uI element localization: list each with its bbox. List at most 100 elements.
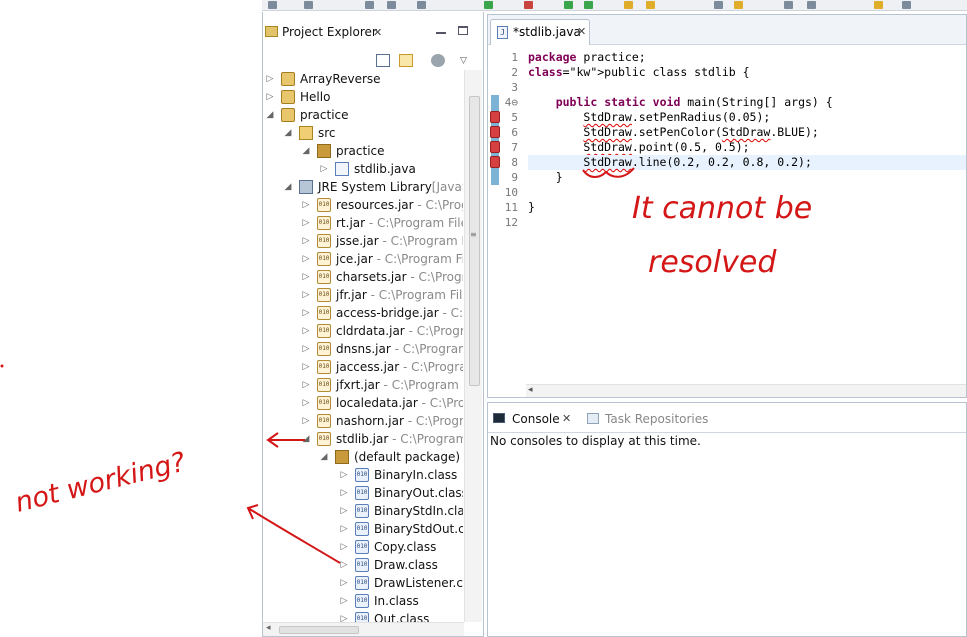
collapsed-twisty-icon[interactable]: ▷ (301, 250, 311, 268)
error-marker-icon[interactable] (490, 156, 500, 168)
search-icon[interactable] (417, 1, 426, 9)
perspective-icon[interactable] (902, 1, 911, 9)
expanded-twisty-icon[interactable]: ◢ (283, 124, 293, 142)
print-icon[interactable] (387, 1, 396, 9)
tree-item[interactable]: ▷ 010 jaccess.jar - C:\Progran (263, 358, 463, 376)
tree-item[interactable]: ▷ 010 jfxrt.jar - C:\Program Fi (263, 376, 463, 394)
collapsed-twisty-icon[interactable]: ▷ (339, 502, 349, 520)
error-marker-icon[interactable] (490, 111, 500, 123)
tree-item[interactable]: ◢ 010 stdlib.jar - C:\Program (263, 430, 463, 448)
forward-icon[interactable] (807, 1, 816, 9)
tree-item[interactable]: ▷ 010 rt.jar - C:\Program Files (263, 214, 463, 232)
tree-item[interactable]: ▷ 010 cldrdata.jar - C:\Progra (263, 322, 463, 340)
toggle-mark-icon[interactable] (734, 1, 743, 9)
expanded-twisty-icon[interactable]: ◢ (301, 430, 311, 448)
collapsed-twisty-icon[interactable]: ▷ (301, 232, 311, 250)
tree-item[interactable]: ▷ 010 jsse.jar - C:\Program Fil (263, 232, 463, 250)
code-area[interactable]: package practice; class="kw">public class… (528, 46, 966, 386)
minimize-icon[interactable] (436, 32, 446, 34)
tree-item[interactable]: ▷ 010 BinaryOut.class (263, 484, 463, 502)
editor-horizontal-scrollbar[interactable]: ◂ (526, 384, 966, 397)
tree-item[interactable]: ◢ src (263, 124, 463, 142)
tree-item[interactable]: ▷ 010 access-bridge.jar - C:\P (263, 304, 463, 322)
tree-item[interactable]: ▷ 010 In.class (263, 592, 463, 610)
collapsed-twisty-icon[interactable]: ▷ (339, 592, 349, 610)
tree-item[interactable]: ▷ 010 localedata.jar - C:\Prog (263, 394, 463, 412)
debug-icon[interactable] (524, 1, 533, 9)
close-icon[interactable]: ✕ (373, 26, 382, 39)
expanded-twisty-icon[interactable]: ◢ (301, 142, 311, 160)
new-package-icon[interactable] (646, 1, 655, 9)
new-icon[interactable] (268, 1, 277, 9)
scroll-left-icon[interactable]: ◂ (266, 623, 271, 633)
tree-item[interactable]: ◢ (default package) (263, 448, 463, 466)
tree-item[interactable]: ▷ ArrayReverse (263, 70, 463, 88)
collapsed-twisty-icon[interactable]: ▷ (301, 214, 311, 232)
collapsed-twisty-icon[interactable]: ▷ (339, 484, 349, 502)
tree-item[interactable]: ▷ Hello (263, 88, 463, 106)
collapsed-twisty-icon[interactable]: ▷ (339, 574, 349, 592)
tree-item[interactable]: ▷ 010 jce.jar - C:\Program File (263, 250, 463, 268)
tree-item[interactable]: ▷ 010 Draw.class (263, 556, 463, 574)
filter-icon[interactable] (431, 54, 445, 67)
scroll-left-icon[interactable]: ◂ (528, 385, 533, 395)
console-tab[interactable]: Console (512, 409, 560, 429)
collapsed-twisty-icon[interactable]: ▷ (265, 70, 275, 88)
collapsed-twisty-icon[interactable]: ▷ (301, 376, 311, 394)
tree-item[interactable]: ◢ JRE System Library[JavaSE- (263, 178, 463, 196)
coverage-icon[interactable] (564, 1, 573, 9)
back-icon[interactable] (784, 1, 793, 9)
tree-item[interactable]: ◢ practice (263, 142, 463, 160)
task-repositories-tab[interactable]: Task Repositories (605, 409, 708, 429)
run-icon[interactable] (484, 1, 493, 9)
tree-item[interactable]: ▷ 010 resources.jar - C:\Progr (263, 196, 463, 214)
maximize-icon[interactable] (458, 26, 468, 35)
expanded-twisty-icon[interactable]: ◢ (265, 106, 275, 124)
close-icon[interactable]: ✕ (562, 409, 571, 429)
collapsed-twisty-icon[interactable]: ▷ (265, 88, 275, 106)
collapsed-twisty-icon[interactable]: ▷ (301, 412, 311, 430)
tree-item[interactable]: ▷ 010 Copy.class (263, 538, 463, 556)
tree-item[interactable]: ▷ stdlib.java (263, 160, 463, 178)
collapsed-twisty-icon[interactable]: ▷ (301, 394, 311, 412)
editor-tab-stdlib[interactable]: J *stdlib.java ✕ (490, 19, 590, 45)
tree-item[interactable]: ◢ practice (263, 106, 463, 124)
collapsed-twisty-icon[interactable]: ▷ (339, 520, 349, 538)
external-tools-icon[interactable] (584, 1, 593, 9)
tree-horizontal-scrollbar[interactable]: ◂ (263, 622, 464, 636)
new-folder-icon[interactable] (624, 1, 633, 9)
collapse-all-icon[interactable] (376, 54, 390, 67)
scrollbar-thumb[interactable] (279, 626, 359, 634)
tree-item[interactable]: ▷ 010 charsets.jar - C:\Progra (263, 268, 463, 286)
collapsed-twisty-icon[interactable]: ▷ (319, 160, 329, 178)
link-with-editor-icon[interactable] (399, 54, 413, 67)
collapsed-twisty-icon[interactable]: ▷ (301, 322, 311, 340)
view-menu-icon[interactable]: ▽ (460, 56, 467, 66)
tree-vertical-scrollbar[interactable]: ≡ (464, 70, 482, 622)
collapsed-twisty-icon[interactable]: ▷ (301, 340, 311, 358)
collapsed-twisty-icon[interactable]: ▷ (339, 466, 349, 484)
open-icon[interactable] (304, 1, 313, 9)
collapsed-twisty-icon[interactable]: ▷ (301, 286, 311, 304)
project-explorer-tab[interactable]: Project Explorer (282, 18, 377, 46)
tree-item[interactable]: ▷ 010 BinaryIn.class (263, 466, 463, 484)
expanded-twisty-icon[interactable]: ◢ (319, 448, 329, 466)
collapsed-twisty-icon[interactable]: ▷ (339, 538, 349, 556)
next-annotation-icon[interactable] (714, 1, 723, 9)
error-marker-icon[interactable] (490, 141, 500, 153)
save-icon[interactable] (365, 1, 374, 9)
tree-item[interactable]: ▷ 010 jfr.jar - C:\Program File (263, 286, 463, 304)
error-marker-icon[interactable] (490, 126, 500, 138)
collapsed-twisty-icon[interactable]: ▷ (301, 304, 311, 322)
collapsed-twisty-icon[interactable]: ▷ (301, 358, 311, 376)
tree-item[interactable]: ▷ 010 nashorn.jar - C:\Progra (263, 412, 463, 430)
scrollbar-thumb[interactable] (469, 96, 480, 386)
expanded-twisty-icon[interactable]: ◢ (283, 178, 293, 196)
collapsed-twisty-icon[interactable]: ▷ (301, 196, 311, 214)
tree-item[interactable]: ▷ 010 BinaryStdIn.clas (263, 502, 463, 520)
close-icon[interactable]: ✕ (577, 20, 586, 44)
tree-item[interactable]: ▷ 010 dnsns.jar - C:\Program (263, 340, 463, 358)
collapsed-twisty-icon[interactable]: ▷ (339, 556, 349, 574)
tree-item[interactable]: ▷ 010 DrawListener.cla (263, 574, 463, 592)
collapsed-twisty-icon[interactable]: ▷ (301, 268, 311, 286)
